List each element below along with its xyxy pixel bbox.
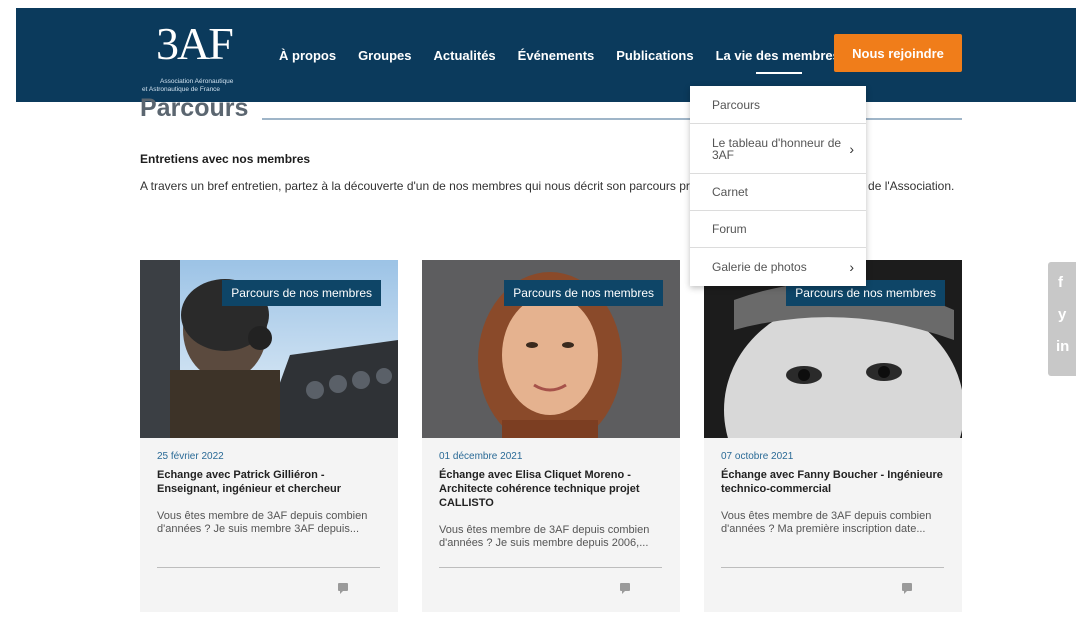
logo-tagline-1: Association Aéronautique — [160, 78, 234, 85]
card-excerpt: Vous êtes membre de 3AF depuis combien d… — [439, 524, 650, 549]
section-title: Entretiens avec nos membres — [140, 152, 311, 166]
join-button[interactable]: Nous rejoindre — [834, 34, 962, 72]
card-divider — [721, 567, 944, 568]
card-date: 25 février 2022 — [157, 451, 224, 462]
page-title: Parcours — [140, 94, 249, 122]
chevron-right-icon: › — [849, 259, 854, 275]
dropdown-item-label: Forum — [712, 222, 747, 236]
facebook-icon[interactable]: f — [1058, 274, 1063, 291]
card-image-pilot[interactable]: Parcours de nos membres — [140, 260, 398, 438]
card-title[interactable]: Echange avec Patrick Gilliéron - Enseign… — [157, 468, 385, 496]
logo[interactable]: 3AF Association Aéronautique et Astronau… — [142, 18, 252, 96]
nav-item-publications[interactable]: Publications — [616, 48, 693, 63]
nav-item-actualites[interactable]: Actualités — [434, 48, 496, 63]
dropdown-item-tableau-honneur[interactable]: Le tableau d'honneur de 3AF › — [690, 124, 866, 174]
dropdown-item-galerie[interactable]: Galerie de photos › — [690, 248, 866, 286]
chevron-right-icon: › — [849, 140, 854, 157]
comment-icon[interactable] — [902, 583, 912, 594]
card-excerpt: Vous êtes membre de 3AF depuis combien d… — [721, 510, 932, 535]
category-tag[interactable]: Parcours de nos membres — [222, 280, 381, 306]
card-divider — [157, 567, 380, 568]
article-card[interactable]: Parcours de nos membres 07 octobre 2021 … — [704, 260, 962, 612]
card-title[interactable]: Échange avec Elisa Cliquet Moreno - Arch… — [439, 468, 667, 510]
article-card[interactable]: Parcours de nos membres 01 décembre 2021… — [422, 260, 680, 612]
comment-icon[interactable] — [338, 583, 348, 594]
members-dropdown-menu: Parcours Le tableau d'honneur de 3AF › C… — [690, 86, 866, 286]
card-image-bw-portrait[interactable]: Parcours de nos membres — [704, 260, 962, 438]
logo-tagline-2: et Astronautique de France — [142, 86, 221, 93]
social-share-bar: f y in — [1048, 262, 1076, 376]
dropdown-item-label: Parcours — [712, 97, 761, 112]
card-image-portrait[interactable]: Parcours de nos membres — [422, 260, 680, 438]
article-card[interactable]: Parcours de nos membres 25 février 2022 … — [140, 260, 398, 612]
card-date: 07 octobre 2021 — [721, 451, 794, 462]
card-excerpt: Vous êtes membre de 3AF depuis combien d… — [157, 510, 368, 535]
card-date: 01 décembre 2021 — [439, 451, 523, 462]
nav-item-vie-des-membres[interactable]: La vie des membres — [716, 48, 840, 74]
nav-item-a-propos[interactable]: À propos — [279, 48, 336, 63]
comment-icon[interactable] — [620, 583, 630, 594]
twitter-icon[interactable]: y — [1058, 306, 1066, 323]
dropdown-item-forum[interactable]: Forum — [690, 211, 866, 248]
dropdown-item-carnet[interactable]: Carnet — [690, 174, 866, 211]
logo-mark: 3AF — [156, 18, 234, 69]
linkedin-icon[interactable]: in — [1056, 338, 1069, 355]
dropdown-item-label: Galerie de photos — [712, 260, 807, 274]
nav-item-groupes[interactable]: Groupes — [358, 48, 411, 63]
dropdown-item-label: Le tableau d'honneur de 3AF — [712, 135, 842, 162]
top-strip — [0, 0, 1076, 8]
card-title[interactable]: Échange avec Fanny Boucher - Ingénieure … — [721, 468, 949, 496]
nav-item-evenements[interactable]: Événements — [518, 48, 595, 63]
category-tag[interactable]: Parcours de nos membres — [504, 280, 663, 306]
site-header: 3AF Association Aéronautique et Astronau… — [16, 8, 1076, 102]
card-divider — [439, 567, 662, 568]
dropdown-item-label: Carnet — [712, 185, 749, 199]
dropdown-item-parcours[interactable]: Parcours — [690, 86, 866, 124]
